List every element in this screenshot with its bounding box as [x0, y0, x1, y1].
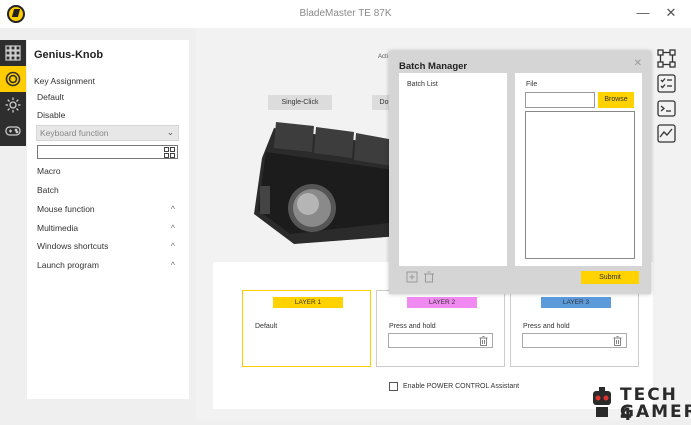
- dialog-close-button[interactable]: ✕: [634, 58, 642, 69]
- minimize-button[interactable]: —: [636, 6, 650, 20]
- key-assignment-panel: Genius-Knob Key Assignment Default Disab…: [27, 40, 189, 399]
- windows-shortcuts-option[interactable]: Windows shortcuts: [37, 241, 108, 251]
- batch-option[interactable]: Batch: [37, 185, 59, 195]
- default-option[interactable]: Default: [37, 92, 64, 102]
- single-click-tab[interactable]: Single-Click: [268, 95, 332, 110]
- key-input-field[interactable]: [37, 145, 178, 159]
- layer-2-tag: LAYER 2: [407, 297, 477, 308]
- launch-program-option[interactable]: Launch program: [37, 260, 99, 270]
- batch-list-panel[interactable]: Batch List: [399, 73, 507, 266]
- layer-3-card[interactable]: LAYER 3 Press and hold: [510, 290, 639, 367]
- light-icon[interactable]: [0, 92, 26, 118]
- file-panel: File Browse: [515, 73, 642, 266]
- file-path-input[interactable]: [525, 92, 595, 108]
- checklist-icon[interactable]: [657, 74, 676, 93]
- power-control-label: Enable POWER CONTROL Assistant: [403, 383, 520, 390]
- grid-icon[interactable]: [0, 40, 26, 66]
- panel-title: Genius-Knob: [34, 49, 104, 61]
- knob-icon[interactable]: [0, 66, 26, 92]
- keyboard-function-label: Keyboard function: [40, 128, 109, 138]
- mouse-function-option[interactable]: Mouse function: [37, 204, 95, 214]
- dialog-title: Batch Manager: [399, 61, 468, 72]
- browse-button[interactable]: Browse: [598, 92, 634, 108]
- layer-2-text: Press and hold: [389, 323, 436, 330]
- watermark-logo: TECH 4 GAMERS: [586, 385, 691, 425]
- watermark-line-2: GAMERS: [620, 402, 691, 422]
- close-button[interactable]: ✕: [664, 6, 678, 20]
- layer-2-card[interactable]: LAYER 2 Press and hold: [376, 290, 505, 367]
- keyboard-knob-illustration: [254, 122, 400, 244]
- layer-2-key-field[interactable]: [388, 333, 493, 348]
- layer-3-key-field[interactable]: [522, 333, 627, 348]
- key-assignment-label: Key Assignment: [34, 76, 95, 86]
- power-control-option[interactable]: Enable POWER CONTROL Assistant: [389, 382, 519, 391]
- terminal-icon[interactable]: [657, 99, 676, 118]
- layer-3-text: Press and hold: [523, 323, 570, 330]
- chevron-up-icon[interactable]: ^: [171, 204, 175, 214]
- layer-1-tag: LAYER 1: [273, 297, 343, 308]
- file-content-area[interactable]: [525, 111, 635, 259]
- layer-1-card[interactable]: LAYER 1 Default: [242, 290, 371, 367]
- submit-button[interactable]: Submit: [581, 271, 639, 284]
- mode-icon-bar: [0, 40, 26, 146]
- power-control-checkbox[interactable]: [389, 382, 398, 391]
- chevron-up-icon[interactable]: ^: [171, 260, 175, 270]
- chevron-down-icon: ⌄: [166, 127, 174, 137]
- title-bar: BladeMaster TE 87K — ✕: [0, 0, 691, 28]
- trash-icon[interactable]: [613, 336, 622, 346]
- multimedia-option[interactable]: Multimedia: [37, 223, 78, 233]
- macro-option[interactable]: Macro: [37, 166, 61, 176]
- chevron-up-icon[interactable]: ^: [171, 241, 175, 251]
- window-title: BladeMaster TE 87K: [299, 8, 392, 19]
- activity-icon[interactable]: [657, 124, 676, 143]
- batch-list-label: Batch List: [407, 81, 438, 88]
- robot-mascot-icon: [593, 387, 611, 417]
- gamepad-icon[interactable]: [0, 118, 26, 144]
- layer-3-tag: LAYER 3: [541, 297, 611, 308]
- file-label: File: [526, 81, 538, 88]
- trash-icon[interactable]: [479, 336, 488, 346]
- chevron-up-icon[interactable]: ^: [171, 223, 175, 233]
- keyboard-grid-icon[interactable]: [164, 147, 175, 158]
- layer-1-text: Default: [255, 323, 278, 330]
- disable-option[interactable]: Disable: [37, 110, 65, 120]
- action-label: Acti: [378, 54, 389, 60]
- delete-batch-icon[interactable]: [423, 271, 435, 283]
- network-icon[interactable]: [657, 49, 676, 68]
- batch-manager-dialog: Batch Manager ✕ Batch List File Browse S…: [389, 51, 651, 294]
- keyboard-function-dropdown[interactable]: Keyboard function ⌄: [36, 125, 179, 141]
- add-batch-icon[interactable]: [406, 271, 418, 283]
